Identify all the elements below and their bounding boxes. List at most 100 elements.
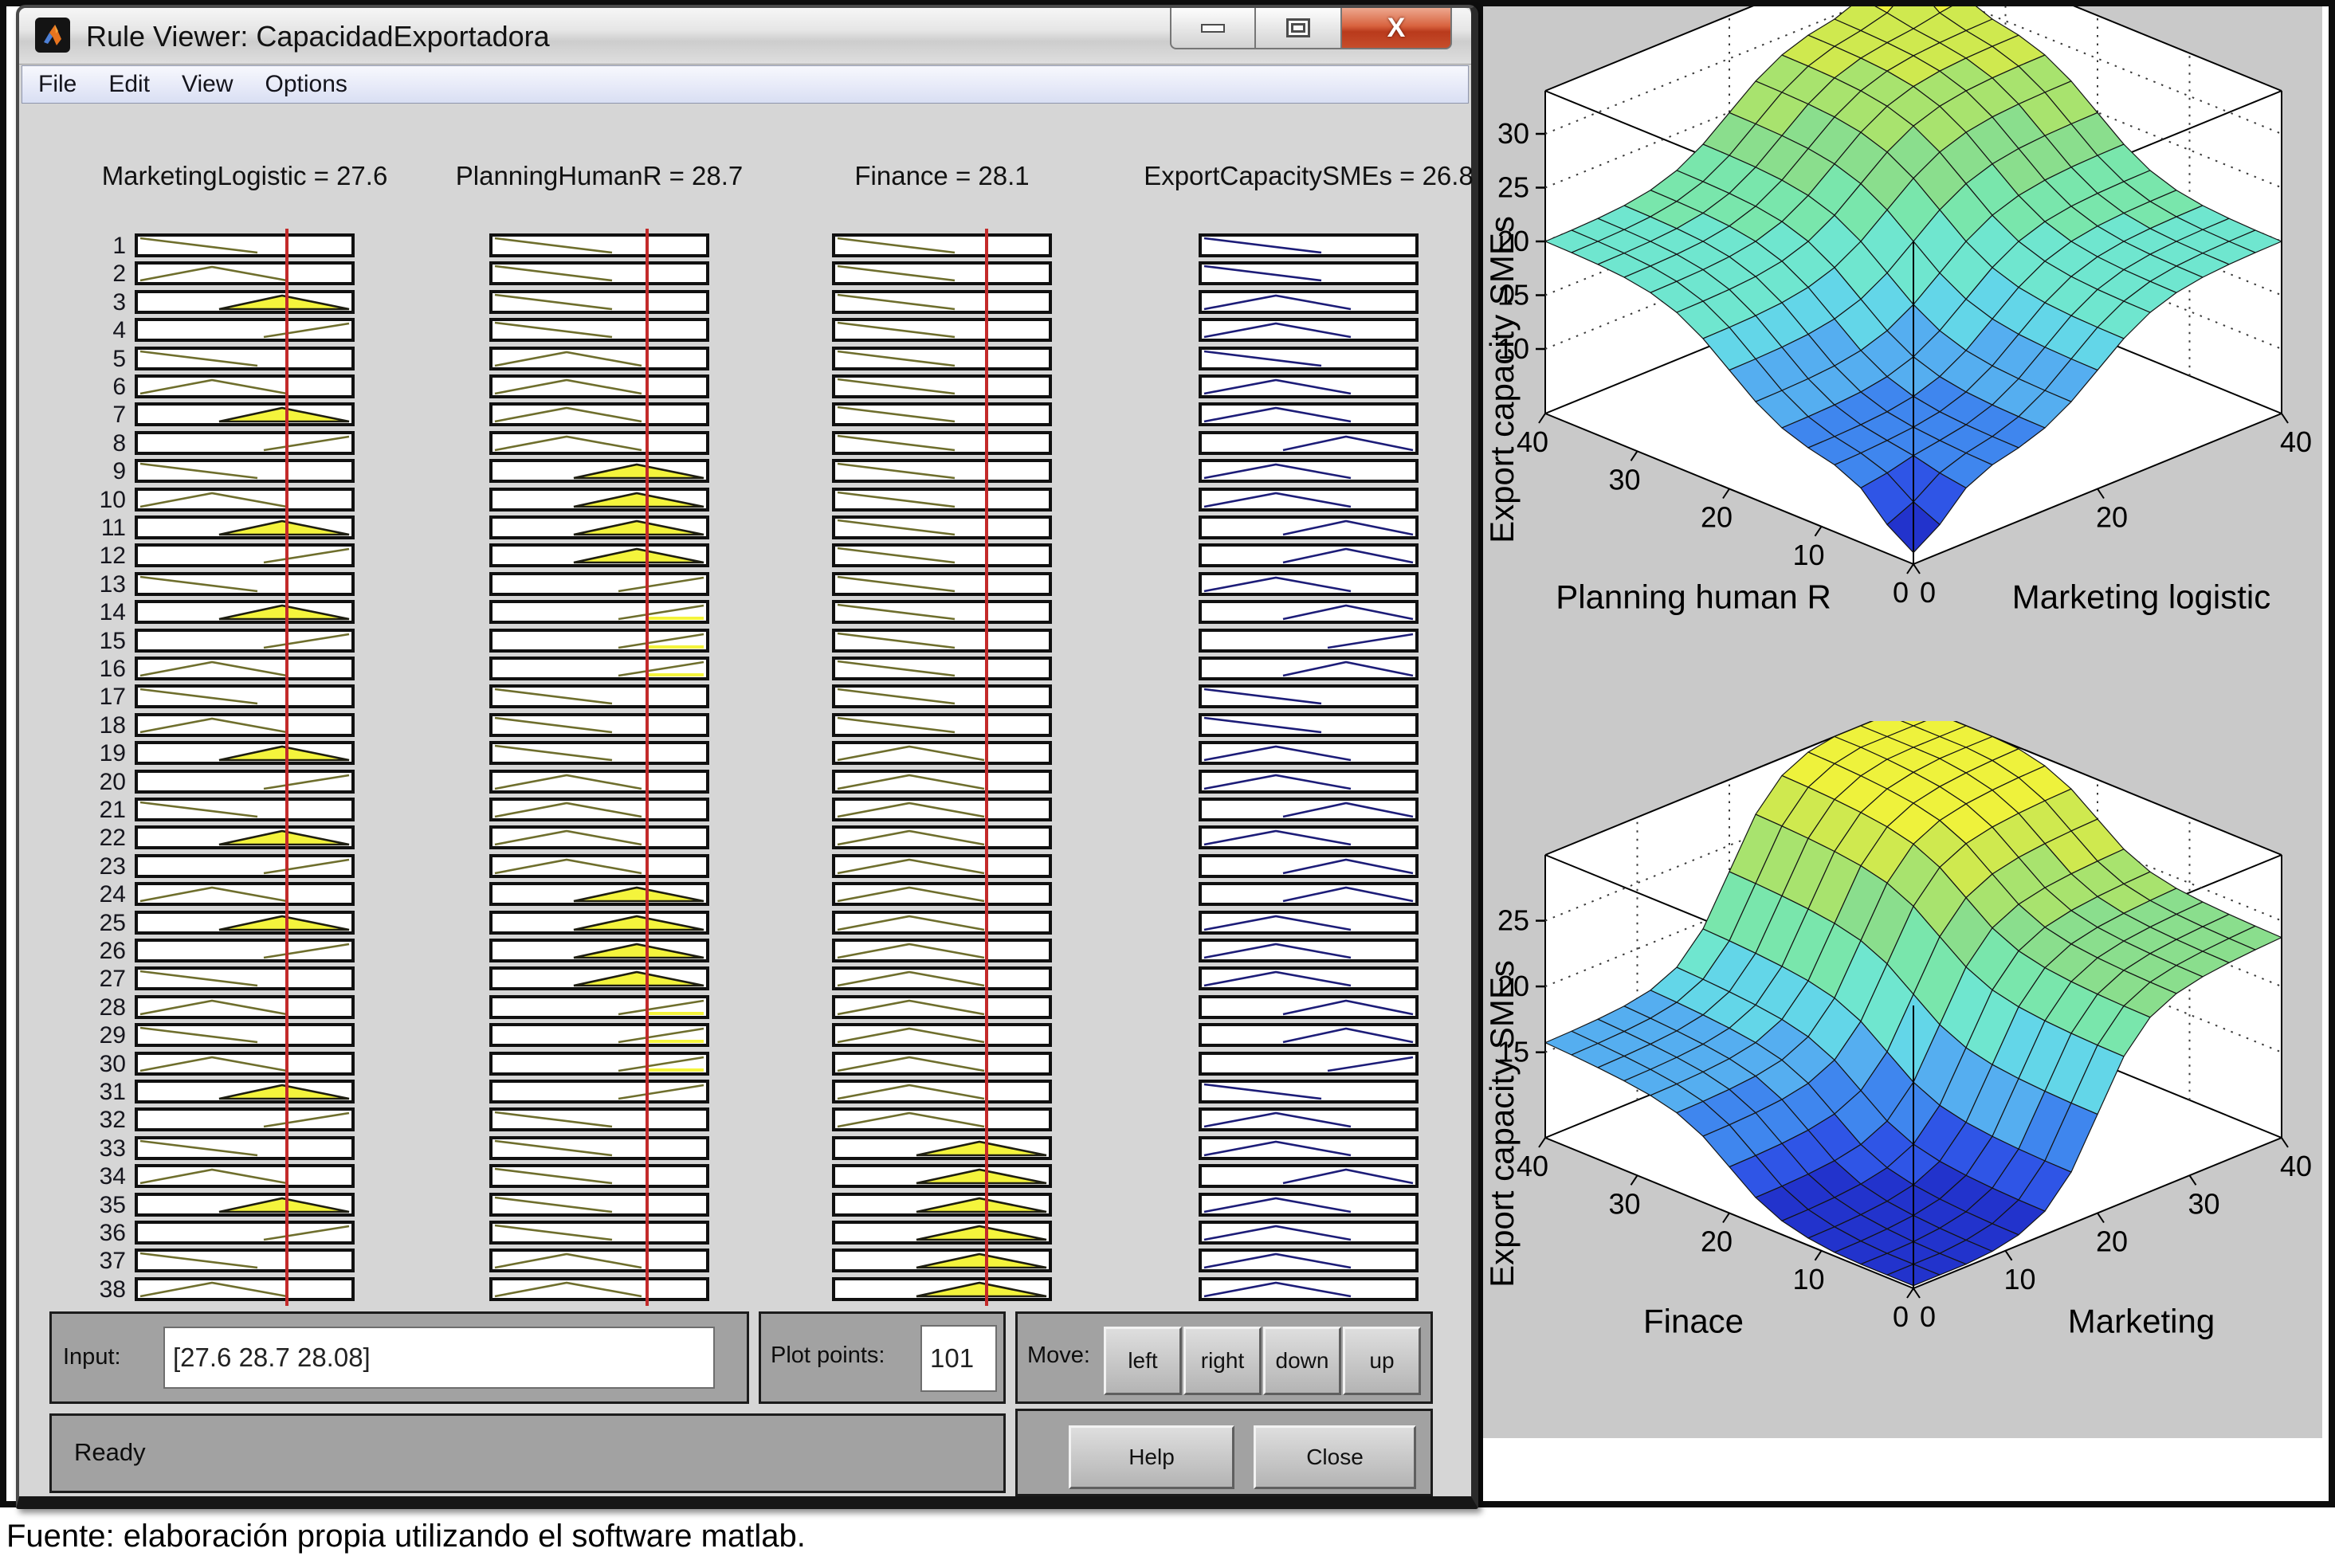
mf-plot-cell-r2-c0[interactable]	[135, 261, 355, 285]
input-value-line-2[interactable]	[985, 229, 988, 1306]
mf-plot-cell-r36-c1[interactable]	[489, 1221, 709, 1245]
move-right-button[interactable]: right	[1183, 1327, 1262, 1395]
minimize-button[interactable]	[1170, 8, 1256, 49]
mf-plot-cell-r22-c0[interactable]	[135, 825, 355, 849]
mf-plot-cell-r35-c2[interactable]	[832, 1193, 1052, 1217]
mf-plot-cell-r10-c0[interactable]	[135, 488, 355, 512]
mf-plot-cell-r33-c0[interactable]	[135, 1136, 355, 1160]
mf-plot-cell-r23-c1[interactable]	[489, 854, 709, 878]
mf-plot-cell-r6-c1[interactable]	[489, 374, 709, 398]
mf-plot-cell-r32-c1[interactable]	[489, 1107, 709, 1131]
mf-plot-cell-r30-c0[interactable]	[135, 1052, 355, 1076]
titlebar[interactable]: Rule Viewer: CapacidadExportadora X	[19, 8, 1471, 65]
mf-plot-cell-r8-c2[interactable]	[832, 431, 1052, 455]
mf-plot-cell-r13-c1[interactable]	[489, 572, 709, 596]
mf-plot-cell-r16-c1[interactable]	[489, 657, 709, 680]
mf-plot-cell-r35-c1[interactable]	[489, 1193, 709, 1217]
mf-plot-cell-r27-c1[interactable]	[489, 966, 709, 990]
mf-plot-cell-r8-c0[interactable]	[135, 431, 355, 455]
mf-plot-cell-r37-c0[interactable]	[135, 1249, 355, 1272]
mf-plot-cell-r17-c1[interactable]	[489, 684, 709, 708]
mf-plot-cell-r19-c2[interactable]	[832, 741, 1052, 765]
mf-plot-cell-r20-c2[interactable]	[832, 770, 1052, 794]
mf-plot-cell-r31-c1[interactable]	[489, 1080, 709, 1103]
mf-plot-cell-r29-c0[interactable]	[135, 1023, 355, 1047]
mf-plot-cell-r9-c0[interactable]	[135, 459, 355, 483]
mf-plot-cell-r30-c1[interactable]	[489, 1052, 709, 1076]
mf-plot-cell-r3-c1[interactable]	[489, 290, 709, 314]
mf-plot-cell-r27-c0[interactable]	[135, 966, 355, 990]
mf-plot-cell-r21-c2[interactable]	[832, 798, 1052, 821]
close-window-button[interactable]: X	[1342, 8, 1452, 49]
mf-plot-cell-r12-c1[interactable]	[489, 543, 709, 567]
mf-plot-cell-r17-c0[interactable]	[135, 684, 355, 708]
mf-plot-cell-r1-c1[interactable]	[489, 233, 709, 257]
mf-plot-cell-r1-c0[interactable]	[135, 233, 355, 257]
mf-plot-cell-r29-c2[interactable]	[832, 1023, 1052, 1047]
mf-plot-cell-r7-c2[interactable]	[832, 402, 1052, 426]
input-value-line-0[interactable]	[285, 229, 288, 1306]
mf-plot-cell-r22-c1[interactable]	[489, 825, 709, 849]
mf-plot-cell-r7-c1[interactable]	[489, 402, 709, 426]
mf-plot-cell-r2-c2[interactable]	[832, 261, 1052, 285]
mf-plot-cell-r18-c1[interactable]	[489, 713, 709, 737]
mf-plot-cell-r9-c1[interactable]	[489, 459, 709, 483]
mf-plot-cell-r19-c0[interactable]	[135, 741, 355, 765]
mf-plot-cell-r24-c2[interactable]	[832, 882, 1052, 906]
mf-plot-cell-r21-c0[interactable]	[135, 798, 355, 821]
move-up-button[interactable]: up	[1343, 1327, 1421, 1395]
mf-plot-cell-r14-c1[interactable]	[489, 600, 709, 624]
close-button[interactable]: Close	[1254, 1425, 1416, 1489]
mf-plot-cell-r15-c2[interactable]	[832, 629, 1052, 653]
mf-plot-cell-r12-c2[interactable]	[832, 543, 1052, 567]
menu-item-file[interactable]: File	[38, 71, 77, 98]
mf-plot-cell-r31-c0[interactable]	[135, 1080, 355, 1103]
help-button[interactable]: Help	[1069, 1425, 1234, 1489]
mf-plot-cell-r21-c1[interactable]	[489, 798, 709, 821]
mf-plot-cell-r14-c0[interactable]	[135, 600, 355, 624]
mf-plot-cell-r9-c2[interactable]	[832, 459, 1052, 483]
mf-plot-cell-r14-c2[interactable]	[832, 600, 1052, 624]
mf-plot-cell-r12-c0[interactable]	[135, 543, 355, 567]
mf-plot-cell-r35-c0[interactable]	[135, 1193, 355, 1217]
mf-plot-cell-r23-c2[interactable]	[832, 854, 1052, 878]
mf-plot-cell-r25-c2[interactable]	[832, 911, 1052, 935]
move-left-button[interactable]: left	[1104, 1327, 1182, 1395]
mf-plot-cell-r33-c1[interactable]	[489, 1136, 709, 1160]
mf-plot-cell-r5-c1[interactable]	[489, 347, 709, 370]
mf-plot-cell-r10-c2[interactable]	[832, 488, 1052, 512]
mf-plot-cell-r4-c1[interactable]	[489, 318, 709, 342]
plot-points-field[interactable]	[920, 1325, 997, 1392]
mf-plot-cell-r7-c0[interactable]	[135, 402, 355, 426]
mf-plot-cell-r11-c0[interactable]	[135, 515, 355, 539]
mf-plot-cell-r36-c0[interactable]	[135, 1221, 355, 1245]
mf-plot-cell-r19-c1[interactable]	[489, 741, 709, 765]
mf-plot-cell-r33-c2[interactable]	[832, 1136, 1052, 1160]
mf-plot-cell-r26-c1[interactable]	[489, 939, 709, 962]
mf-plot-cell-r34-c2[interactable]	[832, 1164, 1052, 1188]
mf-plot-cell-r11-c2[interactable]	[832, 515, 1052, 539]
mf-plot-cell-r8-c1[interactable]	[489, 431, 709, 455]
mf-plot-cell-r1-c2[interactable]	[832, 233, 1052, 257]
move-down-button[interactable]: down	[1263, 1327, 1341, 1395]
mf-plot-cell-r15-c1[interactable]	[489, 629, 709, 653]
mf-plot-cell-r28-c2[interactable]	[832, 995, 1052, 1019]
input-value-line-1[interactable]	[646, 229, 649, 1306]
mf-plot-cell-r4-c0[interactable]	[135, 318, 355, 342]
mf-plot-cell-r3-c0[interactable]	[135, 290, 355, 314]
mf-plot-cell-r26-c0[interactable]	[135, 939, 355, 962]
mf-plot-cell-r13-c2[interactable]	[832, 572, 1052, 596]
mf-plot-cell-r38-c2[interactable]	[832, 1277, 1052, 1301]
mf-plot-cell-r25-c1[interactable]	[489, 911, 709, 935]
mf-plot-cell-r28-c1[interactable]	[489, 995, 709, 1019]
menu-item-edit[interactable]: Edit	[108, 71, 150, 98]
mf-plot-cell-r27-c2[interactable]	[832, 966, 1052, 990]
input-field[interactable]	[163, 1327, 715, 1389]
mf-plot-cell-r3-c2[interactable]	[832, 290, 1052, 314]
mf-plot-cell-r11-c1[interactable]	[489, 515, 709, 539]
mf-plot-cell-r25-c0[interactable]	[135, 911, 355, 935]
mf-plot-cell-r22-c2[interactable]	[832, 825, 1052, 849]
mf-plot-cell-r15-c0[interactable]	[135, 629, 355, 653]
mf-plot-cell-r24-c1[interactable]	[489, 882, 709, 906]
mf-plot-cell-r16-c0[interactable]	[135, 657, 355, 680]
